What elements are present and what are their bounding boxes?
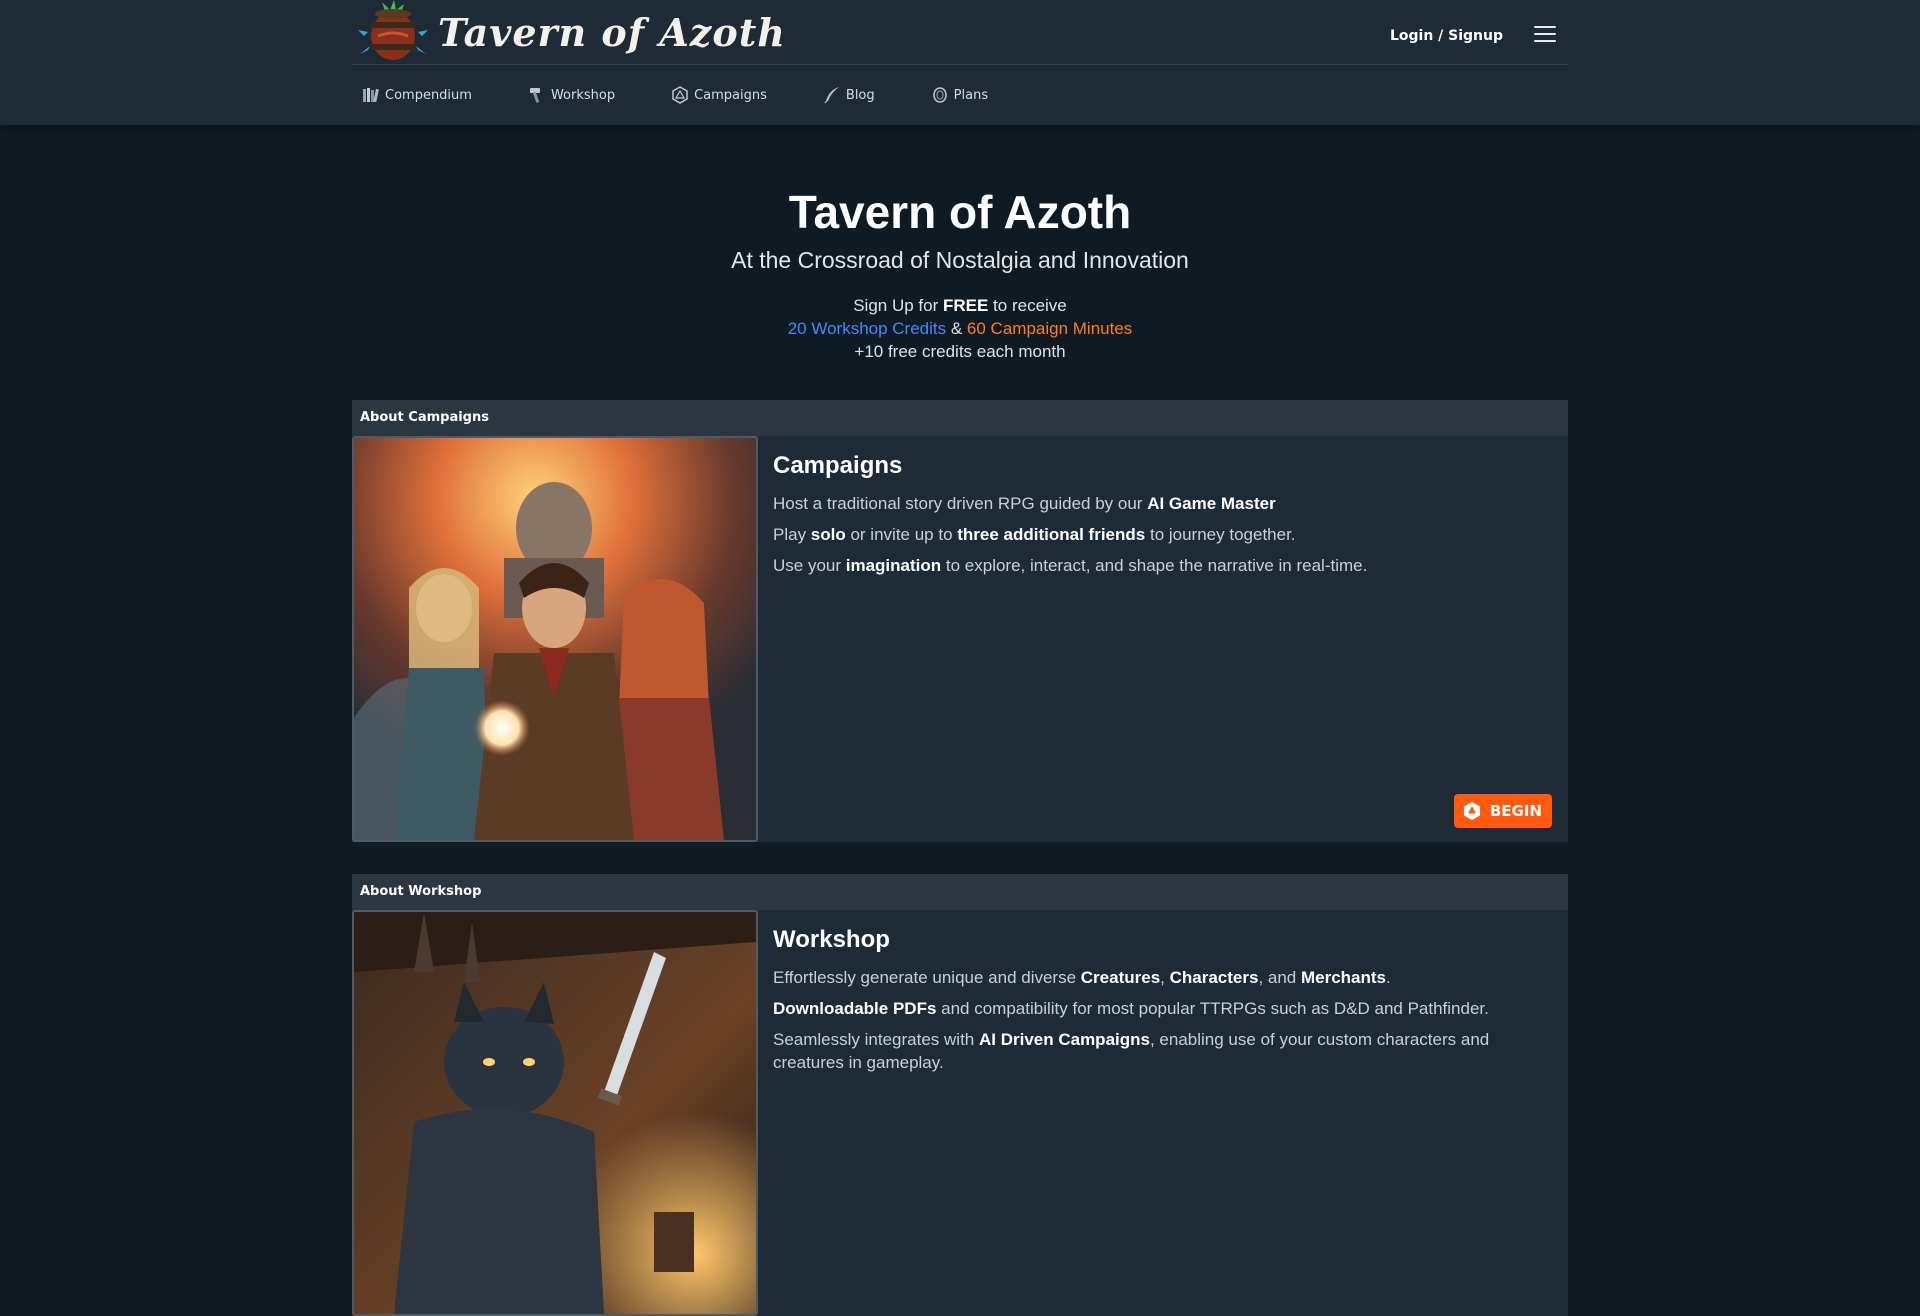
nav-label-campaigns: Campaigns — [694, 87, 767, 103]
text: Host a traditional story driven RPG guid… — [773, 494, 1148, 513]
text: Use your — [773, 556, 846, 575]
highlight-merchants: Merchants — [1300, 968, 1387, 987]
hero-title: Tavern of Azoth — [788, 186, 1132, 238]
highlight-ai-campaigns: AI Driven Campaigns — [978, 1030, 1150, 1049]
nav-label-plans: Plans — [953, 87, 989, 103]
highlight-friends: three additional friends — [957, 525, 1146, 544]
text: , and — [1258, 968, 1301, 987]
text: to explore, interact, and shape the narr… — [941, 556, 1368, 575]
signup-prefix: Sign Up for — [853, 296, 943, 315]
begin-campaign-button[interactable]: BEGIN — [1453, 794, 1552, 828]
campaigns-line-2: Play solo or invite up to three addition… — [773, 523, 1553, 546]
text: , — [1160, 968, 1170, 987]
begin-label: BEGIN — [1489, 802, 1542, 820]
text: Seamlessly integrates with — [773, 1030, 979, 1049]
highlight-creatures: Creatures — [1080, 968, 1161, 987]
card-body-workshop: Workshop Effortlessly generate unique an… — [352, 910, 1568, 1316]
hammer-icon — [529, 88, 540, 103]
signup-offer: Sign Up for FREE to receive 20 Workshop … — [0, 294, 1920, 363]
top-bar: Tavern of Azoth Login / Signup — [352, 0, 1568, 65]
about-workshop-card: About Workshop Workshop Effortlessly gen… — [352, 874, 1568, 1316]
text: to journey together. — [1145, 525, 1296, 544]
nav-label-blog: Blog — [845, 87, 875, 103]
card-body-campaigns: Campaigns Host a traditional story drive… — [352, 436, 1568, 842]
workshop-credits-offer: 20 Workshop Credits — [787, 319, 947, 338]
header-inner: Tavern of Azoth Login / Signup Compendiu… — [352, 0, 1568, 125]
signup-free: FREE — [942, 296, 989, 315]
nav-label-workshop: Workshop — [550, 87, 616, 103]
text: . — [1386, 968, 1391, 987]
nav-item-workshop[interactable]: Workshop — [528, 86, 615, 104]
nav-item-campaigns[interactable]: Campaigns — [671, 86, 767, 104]
campaigns-line-3: Use your imagination to explore, interac… — [773, 554, 1553, 577]
signup-suffix: to receive — [988, 296, 1067, 315]
campaigns-description: Campaigns Host a traditional story drive… — [773, 452, 1553, 585]
monthly-credits: +10 free credits each month — [854, 342, 1066, 361]
nav-item-blog[interactable]: Blog — [823, 86, 875, 104]
highlight-solo: solo — [810, 525, 846, 544]
hero-subtitle: At the Crossroad of Nostalgia and Innova… — [731, 247, 1189, 273]
offer-ampersand: & — [946, 319, 967, 338]
highlight-ai-game-master: AI Game Master — [1147, 494, 1276, 513]
text: and compatibility for most popular TTRPG… — [936, 999, 1489, 1018]
campaign-minutes-offer: 60 Campaign Minutes — [966, 319, 1133, 338]
workshop-illustration — [352, 910, 758, 1316]
campaigns-title: Campaigns — [773, 452, 903, 479]
books-icon — [363, 88, 379, 103]
site-header: Tavern of Azoth Login / Signup Compendiu… — [0, 0, 1920, 125]
nav-item-plans[interactable]: Plans — [931, 86, 988, 104]
brand-name: Tavern of Azoth — [438, 9, 786, 55]
text: Play — [773, 525, 811, 544]
adventurers-art-image — [354, 438, 756, 840]
workshop-title: Workshop — [773, 926, 890, 953]
card-header-campaigns: About Campaigns — [352, 400, 1568, 436]
campaigns-illustration — [352, 436, 758, 842]
campaigns-line-1: Host a traditional story driven RPG guid… — [773, 492, 1553, 515]
d20-icon — [672, 86, 688, 104]
highlight-characters: Characters — [1169, 968, 1259, 987]
highlight-imagination: imagination — [845, 556, 942, 575]
workshop-line-3: Seamlessly integrates with AI Driven Cam… — [773, 1028, 1553, 1074]
werewolf-art-image — [354, 912, 756, 1314]
quill-icon — [824, 87, 839, 104]
card-header-workshop: About Workshop — [352, 874, 1568, 910]
workshop-line-1: Effortlessly generate unique and diverse… — [773, 966, 1553, 989]
coins-icon — [932, 87, 947, 103]
text: Effortlessly generate unique and diverse — [773, 968, 1081, 987]
about-campaigns-card: About Campaigns Campaigns Host a traditi… — [352, 400, 1568, 842]
highlight-pdfs: Downloadable PDFs — [773, 999, 937, 1018]
nav-item-compendium[interactable]: Compendium — [362, 86, 472, 104]
nav-label-compendium: Compendium — [385, 87, 472, 103]
brand-logo[interactable]: Tavern of Azoth — [356, 0, 786, 64]
workshop-description: Workshop Effortlessly generate unique an… — [773, 926, 1553, 1082]
login-signup-link[interactable]: Login / Signup — [1390, 28, 1503, 44]
hero-section: Tavern of Azoth At the Crossroad of Nost… — [0, 185, 1920, 363]
hamburger-menu-icon[interactable] — [1534, 26, 1556, 44]
tavern-barrel-icon — [358, 0, 428, 60]
d20-icon — [1463, 802, 1480, 820]
workshop-line-2: Downloadable PDFs and compatibility for … — [773, 997, 1553, 1020]
main-nav: Compendium Workshop Campaigns Blog Plans — [362, 80, 1044, 110]
text: or invite up to — [845, 525, 958, 544]
